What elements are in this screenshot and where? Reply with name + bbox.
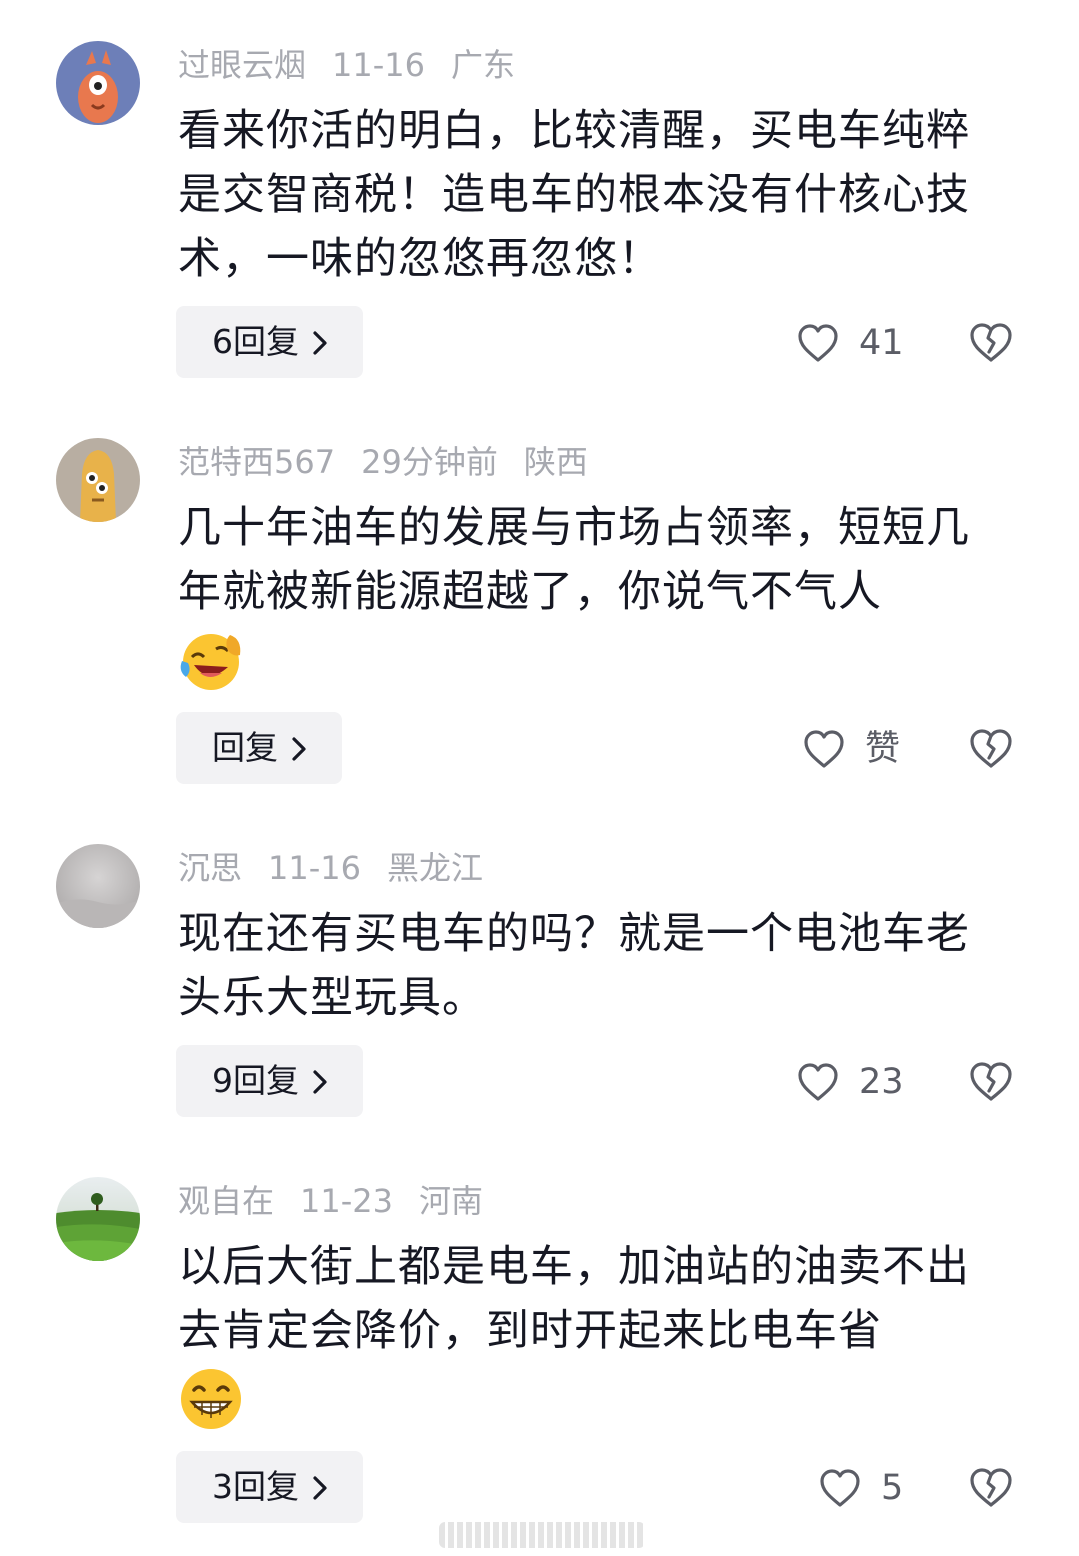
comment-meta: 沉思 11-16 黑龙江 (178, 848, 509, 888)
broken-heart-icon[interactable] (969, 1060, 1013, 1104)
grinning-emoji (181, 1368, 241, 1429)
view-replies-button[interactable]: 9回复 (176, 1045, 363, 1117)
like-count: 41 (859, 323, 904, 363)
view-replies-button[interactable]: 6回复 (176, 306, 363, 378)
like-count: 23 (859, 1062, 904, 1102)
comment-text: 以后大街上都是电车，加油站的油卖不出去肯定会降价，到时开起来比电车省 (178, 1235, 998, 1432)
username[interactable]: 过眼云烟 (178, 46, 306, 84)
replies-label: 回复 (212, 728, 278, 767)
comment-time: 11-16 (332, 46, 425, 84)
laughing-crying-emoji (180, 633, 241, 690)
comment-time: 11-16 (268, 849, 361, 887)
comment-meta: 范特西567 29分钟前 陕西 (178, 442, 614, 482)
heart-outline-icon (820, 1469, 860, 1507)
chevron-right-icon (313, 331, 327, 355)
broken-heart-icon[interactable] (969, 1466, 1013, 1510)
comment-text-content: 现在还有买电车的吗？就是一个电池车老头乐大型玩具。 (178, 909, 970, 1023)
chevron-right-icon (313, 1476, 327, 1500)
watermark-bar (439, 1522, 645, 1548)
avatar[interactable] (56, 844, 140, 928)
comment-text-content: 以后大街上都是电车，加油站的油卖不出去肯定会降价，到时开起来比电车省 (178, 1242, 970, 1356)
heart-outline-icon (804, 730, 844, 768)
avatar[interactable] (56, 41, 140, 125)
like-button[interactable]: 5 (819, 1457, 903, 1517)
replies-label: 3回复 (212, 1467, 299, 1506)
like-count: 赞 (865, 729, 901, 769)
comment-text-content: 几十年油车的发展与市场占领率，短短几年就被新能源超越了，你说气不气人 (178, 503, 970, 617)
like-count: 5 (881, 1468, 904, 1508)
comment-location: 黑龙江 (387, 849, 484, 887)
username[interactable]: 范特西567 (178, 443, 335, 481)
username[interactable]: 观自在 (178, 1182, 274, 1220)
comment-text: 看来你活的明白，比较清醒，买电车纯粹是交智商税！造电车的根本没有什核心技术，一味… (178, 99, 998, 291)
heart-outline-icon (798, 1063, 838, 1101)
comment-time: 11-23 (300, 1182, 393, 1220)
view-replies-button[interactable]: 回复 (176, 712, 342, 784)
avatar[interactable] (56, 438, 140, 522)
broken-heart-icon[interactable] (969, 321, 1013, 365)
like-button[interactable]: 23 (797, 1051, 904, 1111)
avatar[interactable] (56, 1177, 140, 1261)
view-replies-button[interactable]: 3回复 (176, 1451, 363, 1523)
comment-location: 河南 (419, 1182, 484, 1220)
comment-location: 陕西 (523, 443, 588, 481)
comment-time: 29分钟前 (361, 443, 498, 481)
comment-text: 现在还有买电车的吗？就是一个电池车老头乐大型玩具。 (178, 902, 998, 1030)
comment-text: 几十年油车的发展与市场占领率，短短几年就被新能源超越了，你说气不气人 (178, 496, 998, 693)
comment-text-content: 看来你活的明白，比较清醒，买电车纯粹是交智商税！造电车的根本没有什核心技术，一味… (178, 106, 970, 284)
replies-label: 9回复 (212, 1061, 299, 1100)
chevron-right-icon (292, 737, 306, 761)
heart-outline-icon (798, 324, 838, 362)
replies-label: 6回复 (212, 322, 299, 361)
comment-location: 广东 (451, 46, 516, 84)
comment-meta: 过眼云烟 11-16 广东 (178, 45, 541, 85)
comment-meta: 观自在 11-23 河南 (178, 1181, 509, 1221)
username[interactable]: 沉思 (178, 849, 242, 887)
like-button[interactable]: 赞 (803, 718, 900, 778)
like-button[interactable]: 41 (797, 312, 904, 372)
chevron-right-icon (313, 1070, 327, 1094)
broken-heart-icon[interactable] (969, 727, 1013, 771)
